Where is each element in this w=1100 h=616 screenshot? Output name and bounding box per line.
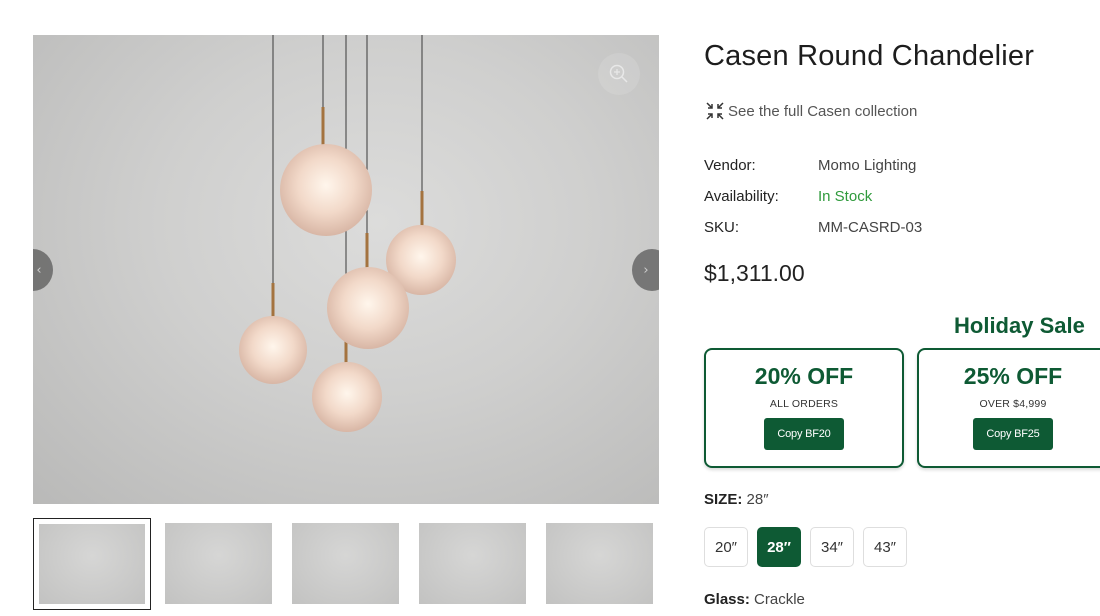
availability-value: In Stock [818, 188, 873, 205]
size-option-43[interactable]: 43″ [863, 527, 907, 567]
vendor-label: Vendor: [704, 157, 756, 174]
vendor-row: Vendor: Momo Lighting [704, 150, 922, 181]
thumbnail-2[interactable] [165, 523, 272, 604]
coupon-condition: ALL ORDERS [769, 398, 839, 410]
sku-value: MM-CASRD-03 [818, 219, 923, 236]
holiday-sale-heading: Holiday Sale [954, 313, 1085, 338]
chevron-left-icon: ‹ [36, 262, 42, 278]
copy-coupon-button[interactable]: Copy BF20 [764, 418, 844, 450]
thumbnail-strip [33, 518, 659, 610]
thumbnail-5[interactable] [546, 523, 653, 604]
collection-link-text[interactable]: See the full Casen collection [728, 103, 917, 120]
zoom-in-icon [609, 64, 628, 83]
sku-row: SKU: MM-CASRD-03 [704, 212, 922, 243]
coupon-card-bf20: 20% OFF ALL ORDERS Copy BF20 [704, 348, 904, 468]
chandelier-illustration [239, 35, 456, 432]
coupon-card-bf25: 25% OFF OVER $4,999 Copy BF25 [917, 348, 1100, 468]
glass-label: Glass: Crackle [704, 591, 805, 608]
product-meta: Vendor: Momo Lighting Availability: In S… [704, 150, 922, 243]
availability-row: Availability: In Stock [704, 181, 922, 212]
thumbnail-1[interactable] [33, 518, 151, 610]
product-main-image[interactable]: ‹ › [33, 35, 659, 504]
availability-label: Availability: [704, 188, 779, 205]
size-selector: 20″ 28″ 34″ 43″ [704, 527, 907, 567]
glass-label-key: Glass: [704, 591, 750, 608]
size-option-20[interactable]: 20″ [704, 527, 748, 567]
copy-coupon-button[interactable]: Copy BF25 [973, 418, 1053, 450]
size-option-34[interactable]: 34″ [810, 527, 854, 567]
thumbnail-3[interactable] [292, 523, 399, 604]
size-label: SIZE: 28″ [704, 491, 769, 508]
coupon-discount: 20% OFF [754, 363, 854, 389]
size-label-value: 28″ [746, 491, 769, 508]
vendor-value[interactable]: Momo Lighting [818, 157, 916, 174]
product-price: $1,311.00 [704, 260, 805, 286]
thumbnail-4[interactable] [419, 523, 526, 604]
zoom-button[interactable] [598, 53, 640, 95]
product-title: Casen Round Chandelier [704, 40, 1035, 72]
coupon-discount: 25% OFF [963, 363, 1063, 389]
size-option-28[interactable]: 28″ [757, 527, 801, 567]
collection-link[interactable]: See the full Casen collection [704, 100, 917, 122]
collapse-arrows-icon [706, 102, 724, 120]
size-label-key: SIZE: [704, 491, 743, 508]
sku-label: SKU: [704, 219, 740, 236]
glass-label-value: Crackle [754, 591, 805, 608]
coupon-condition: OVER $4,999 [979, 398, 1047, 410]
chevron-right-icon: › [643, 262, 649, 278]
